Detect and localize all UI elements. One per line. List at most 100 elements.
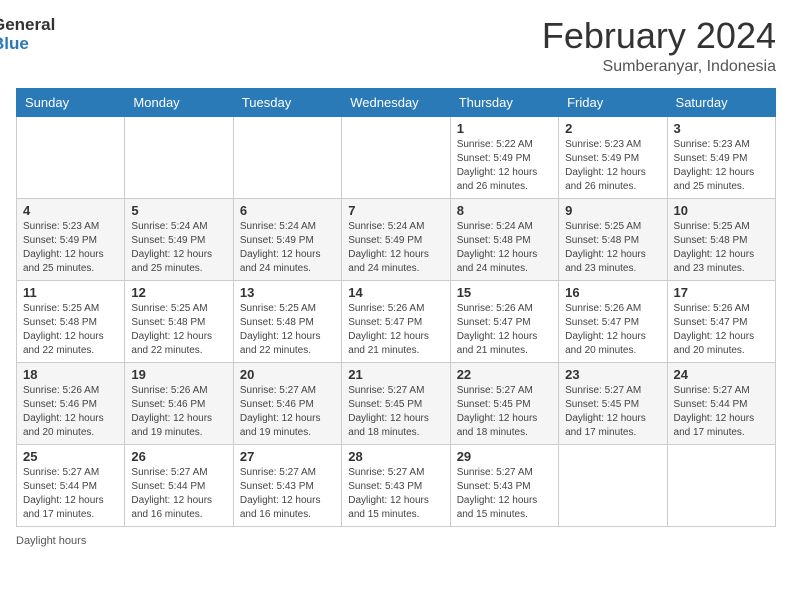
header: General Blue General Blue February 2024 … [16,16,776,76]
day-info: Sunrise: 5:26 AM Sunset: 5:46 PM Dayligh… [23,384,118,440]
day-info: Sunrise: 5:27 AM Sunset: 5:45 PM Dayligh… [348,384,443,440]
calendar-cell: 17 Sunrise: 5:26 AM Sunset: 5:47 PM Dayli… [667,280,775,362]
day-info: Sunrise: 5:27 AM Sunset: 5:44 PM Dayligh… [674,384,769,440]
calendar-cell [125,116,233,198]
calendar-cell: 10Sunrise: 5:25 AM Sunset: 5:48 PM Dayli… [667,198,775,280]
calendar-cell: 24 Sunrise: 5:27 AM Sunset: 5:44 PM Dayli… [667,362,775,444]
logo: General Blue General Blue [16,16,55,53]
day-number: 12 [131,285,226,300]
days-header-row: SundayMondayTuesdayWednesdayThursdayFrid… [17,88,776,116]
day-header-monday: Monday [125,88,233,116]
day-number: 5 [131,203,226,218]
day-number: 19 [131,367,226,382]
day-number: 2 [565,121,660,136]
month-title: February 2024 [542,16,776,56]
calendar-cell [17,116,125,198]
title-area: February 2024 Sumberanyar, Indonesia [542,16,776,76]
calendar-cell: 11 Sunrise: 5:25 AM Sunset: 5:48 PM Dayli… [17,280,125,362]
calendar-cell: 25 Sunrise: 5:27 AM Sunset: 5:44 PM Dayli… [17,444,125,526]
calendar-cell: 27 Sunrise: 5:27 AM Sunset: 5:43 PM Dayli… [233,444,341,526]
calendar-cell: 19 Sunrise: 5:26 AM Sunset: 5:46 PM Dayli… [125,362,233,444]
day-number: 29 [457,449,552,464]
day-number: 25 [23,449,118,464]
logo-blue: Blue [0,35,55,54]
day-info: Sunrise: 5:27 AM Sunset: 5:45 PM Dayligh… [565,384,660,440]
calendar-cell: 22Sunrise: 5:27 AM Sunset: 5:45 PM Dayli… [450,362,558,444]
calendar-table: SundayMondayTuesdayWednesdayThursdayFrid… [16,88,776,527]
calendar-cell [559,444,667,526]
calendar-cell: 29 Sunrise: 5:27 AM Sunset: 5:43 PM Dayli… [450,444,558,526]
day-info: Sunrise: 5:27 AM Sunset: 5:45 PM Dayligh… [457,384,552,440]
calendar-cell [233,116,341,198]
day-info: Sunrise: 5:24 AM Sunset: 5:49 PM Dayligh… [131,220,226,276]
calendar-body: 1Sunrise: 5:22 AM Sunset: 5:49 PM Daylig… [17,116,776,526]
day-number: 23 [565,367,660,382]
calendar-cell: 23 Sunrise: 5:27 AM Sunset: 5:45 PM Dayli… [559,362,667,444]
day-info: Sunrise: 5:27 AM Sunset: 5:44 PM Dayligh… [23,466,118,522]
day-number: 28 [348,449,443,464]
calendar-cell: 21 Sunrise: 5:27 AM Sunset: 5:45 PM Dayli… [342,362,450,444]
calendar-cell: 26 Sunrise: 5:27 AM Sunset: 5:44 PM Dayli… [125,444,233,526]
calendar-cell [342,116,450,198]
day-info: Sunrise: 5:27 AM Sunset: 5:46 PM Dayligh… [240,384,335,440]
day-info: Sunrise: 5:23 AM Sunset: 5:49 PM Dayligh… [674,138,769,194]
calendar-cell: 1Sunrise: 5:22 AM Sunset: 5:49 PM Daylig… [450,116,558,198]
day-info: Sunrise: 5:26 AM Sunset: 5:46 PM Dayligh… [131,384,226,440]
logo-general: General [0,16,55,35]
week-row-3: 11 Sunrise: 5:25 AM Sunset: 5:48 PM Dayli… [17,280,776,362]
calendar-cell: 18 Sunrise: 5:26 AM Sunset: 5:46 PM Dayli… [17,362,125,444]
calendar-cell: 12Sunrise: 5:25 AM Sunset: 5:48 PM Dayli… [125,280,233,362]
day-info: Sunrise: 5:24 AM Sunset: 5:49 PM Dayligh… [240,220,335,276]
calendar-cell: 28Sunrise: 5:27 AM Sunset: 5:43 PM Dayli… [342,444,450,526]
day-number: 16 [565,285,660,300]
calendar-cell: 9Sunrise: 5:25 AM Sunset: 5:48 PM Daylig… [559,198,667,280]
day-info: Sunrise: 5:25 AM Sunset: 5:48 PM Dayligh… [674,220,769,276]
day-number: 6 [240,203,335,218]
calendar-cell: 15 Sunrise: 5:26 AM Sunset: 5:47 PM Dayli… [450,280,558,362]
location-title: Sumberanyar, Indonesia [542,58,776,76]
day-number: 7 [348,203,443,218]
day-number: 14 [348,285,443,300]
day-number: 11 [23,285,118,300]
calendar-cell [667,444,775,526]
day-header-thursday: Thursday [450,88,558,116]
day-info: Sunrise: 5:25 AM Sunset: 5:48 PM Dayligh… [240,302,335,358]
day-number: 9 [565,203,660,218]
day-number: 24 [674,367,769,382]
calendar-cell: 14 Sunrise: 5:26 AM Sunset: 5:47 PM Dayli… [342,280,450,362]
day-number: 21 [348,367,443,382]
day-info: Sunrise: 5:24 AM Sunset: 5:48 PM Dayligh… [457,220,552,276]
day-number: 8 [457,203,552,218]
day-header-tuesday: Tuesday [233,88,341,116]
footer-note: Daylight hours [16,535,776,547]
day-number: 3 [674,121,769,136]
day-info: Sunrise: 5:25 AM Sunset: 5:48 PM Dayligh… [23,302,118,358]
calendar-cell: 13 Sunrise: 5:25 AM Sunset: 5:48 PM Dayli… [233,280,341,362]
day-number: 1 [457,121,552,136]
day-number: 17 [674,285,769,300]
day-number: 20 [240,367,335,382]
day-info: Sunrise: 5:26 AM Sunset: 5:47 PM Dayligh… [348,302,443,358]
week-row-5: 25 Sunrise: 5:27 AM Sunset: 5:44 PM Dayli… [17,444,776,526]
day-info: Sunrise: 5:26 AM Sunset: 5:47 PM Dayligh… [674,302,769,358]
day-header-saturday: Saturday [667,88,775,116]
day-info: Sunrise: 5:27 AM Sunset: 5:44 PM Dayligh… [131,466,226,522]
week-row-1: 1Sunrise: 5:22 AM Sunset: 5:49 PM Daylig… [17,116,776,198]
calendar-cell: 7Sunrise: 5:24 AM Sunset: 5:49 PM Daylig… [342,198,450,280]
day-number: 26 [131,449,226,464]
day-header-friday: Friday [559,88,667,116]
calendar-cell: 2Sunrise: 5:23 AM Sunset: 5:49 PM Daylig… [559,116,667,198]
day-info: Sunrise: 5:27 AM Sunset: 5:43 PM Dayligh… [457,466,552,522]
calendar-cell: 16 Sunrise: 5:26 AM Sunset: 5:47 PM Dayli… [559,280,667,362]
day-info: Sunrise: 5:26 AM Sunset: 5:47 PM Dayligh… [457,302,552,358]
calendar-cell: 6 Sunrise: 5:24 AM Sunset: 5:49 PM Daylig… [233,198,341,280]
day-info: Sunrise: 5:23 AM Sunset: 5:49 PM Dayligh… [23,220,118,276]
day-number: 15 [457,285,552,300]
calendar-cell: 8 Sunrise: 5:24 AM Sunset: 5:48 PM Daylig… [450,198,558,280]
day-info: Sunrise: 5:27 AM Sunset: 5:43 PM Dayligh… [240,466,335,522]
day-info: Sunrise: 5:26 AM Sunset: 5:47 PM Dayligh… [565,302,660,358]
day-number: 13 [240,285,335,300]
day-number: 27 [240,449,335,464]
day-number: 18 [23,367,118,382]
week-row-2: 4Sunrise: 5:23 AM Sunset: 5:49 PM Daylig… [17,198,776,280]
